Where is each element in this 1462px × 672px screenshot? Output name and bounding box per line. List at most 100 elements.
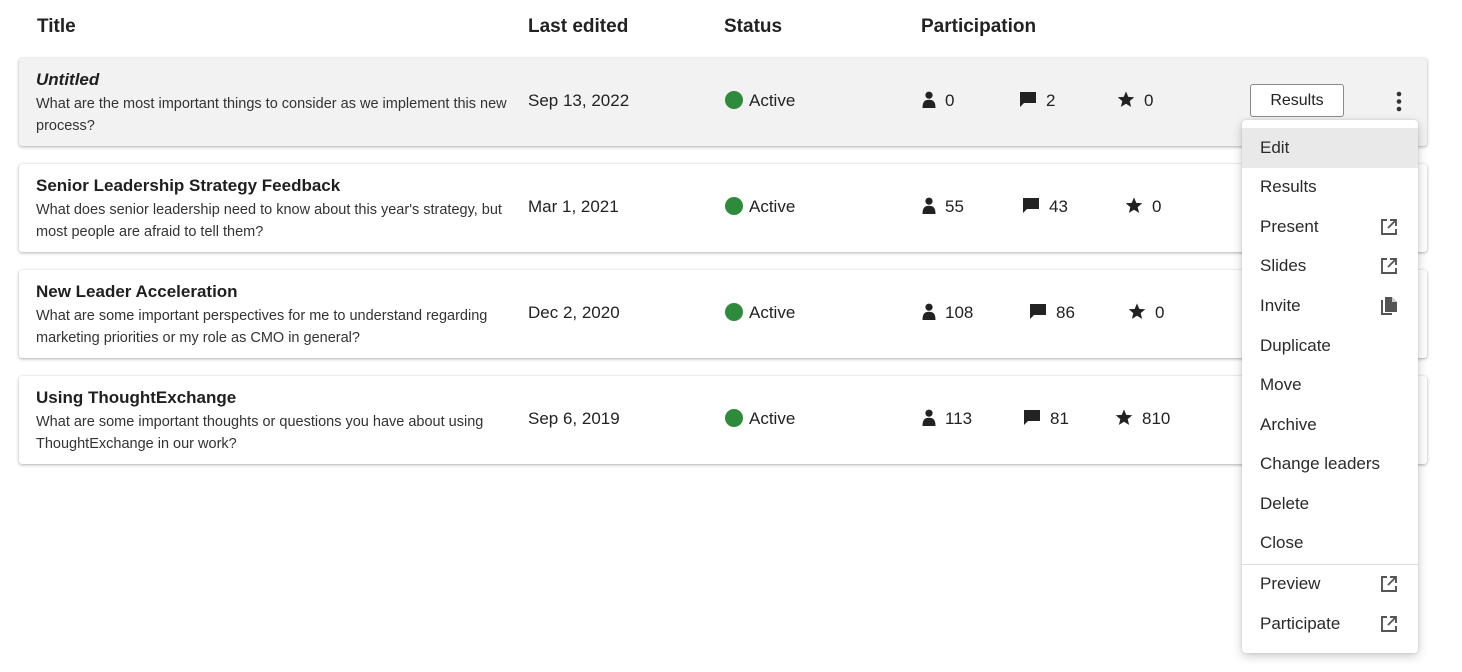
column-header-title[interactable]: Title	[37, 16, 76, 38]
star-icon	[1125, 197, 1143, 213]
open-in-new-icon	[1379, 217, 1399, 237]
status-dot-icon	[725, 197, 743, 215]
menu-item-move[interactable]: Move	[1242, 365, 1418, 405]
status-indicator: Active	[725, 197, 795, 217]
comment-icon	[1024, 410, 1040, 425]
stars-count: 0	[1128, 303, 1164, 323]
star-icon	[1115, 409, 1133, 425]
status-dot-icon	[725, 409, 743, 427]
column-header-participation: Participation	[921, 16, 1037, 37]
star-icon	[1128, 303, 1146, 319]
menu-item-label: Move	[1260, 375, 1302, 394]
menu-item-label: Present	[1260, 217, 1319, 236]
star-icon	[1117, 91, 1135, 107]
column-header-status[interactable]: Status	[724, 16, 782, 38]
menu-item-preview[interactable]: Preview	[1242, 564, 1418, 604]
status-text: Active	[749, 303, 796, 322]
status-indicator: Active	[725, 303, 795, 323]
exchange-question: What does senior leadership need to know…	[36, 202, 502, 240]
menu-item-duplicate[interactable]: Duplicate	[1242, 326, 1418, 366]
stars-value: 0	[1155, 303, 1165, 322]
thoughts-value: 81	[1050, 409, 1069, 428]
participants-value: 113	[945, 409, 973, 428]
exchange-question: What are the most important things to co…	[36, 96, 507, 134]
table-header: Title Last edited Status Participation	[0, 16, 1462, 42]
menu-item-present[interactable]: Present	[1242, 207, 1418, 247]
last-edited-date: Sep 6, 2019	[528, 409, 620, 428]
stars-value: 810	[1142, 409, 1171, 428]
exchange-row[interactable]: Senior Leadership Strategy Feedback What…	[19, 164, 1427, 252]
person-icon	[922, 409, 936, 426]
stars-count: 810	[1115, 409, 1170, 429]
comment-icon	[1023, 198, 1039, 213]
last-edited-date: Mar 1, 2021	[528, 197, 619, 216]
menu-item-label: Preview	[1260, 574, 1321, 593]
menu-item-close[interactable]: Close	[1242, 523, 1418, 563]
comment-icon	[1020, 92, 1036, 107]
person-icon	[922, 303, 936, 320]
column-header-last-edited[interactable]: Last edited	[528, 16, 628, 38]
open-in-new-icon	[1379, 574, 1399, 594]
status-text: Active	[749, 409, 796, 428]
exchange-row[interactable]: Untitled What are the most important thi…	[19, 58, 1427, 146]
open-in-new-icon	[1379, 256, 1399, 276]
thoughts-count: 2	[1019, 91, 1055, 111]
thoughts-count: 43	[1022, 197, 1068, 217]
status-indicator: Active	[725, 91, 795, 111]
exchange-question: What are some important perspectives for…	[36, 308, 488, 346]
participants-count: 113	[922, 409, 972, 429]
more-options-icon[interactable]	[1389, 91, 1409, 113]
open-in-new-icon	[1379, 614, 1399, 634]
last-edited-date: Sep 13, 2022	[528, 91, 630, 110]
menu-item-invite[interactable]: Invite	[1242, 286, 1418, 326]
exchange-actions-menu: Edit Results Present Slides Invite Dupli…	[1242, 120, 1418, 653]
exchange-title[interactable]: New Leader Acceleration	[36, 282, 238, 302]
status-dot-icon	[725, 91, 743, 109]
menu-item-slides[interactable]: Slides	[1242, 246, 1418, 286]
exchange-title[interactable]: Untitled	[36, 70, 99, 90]
last-edited-date: Dec 2, 2020	[528, 303, 620, 322]
exchange-title[interactable]: Using ThoughtExchange	[36, 388, 236, 408]
exchange-row[interactable]: Using ThoughtExchange What are some impo…	[19, 376, 1427, 464]
thoughts-count: 81	[1023, 409, 1069, 429]
copy-icon	[1379, 296, 1399, 316]
menu-item-label: Duplicate	[1260, 336, 1331, 355]
status-text: Active	[749, 91, 796, 110]
thoughts-value: 2	[1046, 91, 1056, 110]
participants-count: 108	[922, 303, 973, 323]
participants-value: 0	[945, 91, 955, 110]
exchange-title[interactable]: Senior Leadership Strategy Feedback	[36, 176, 340, 196]
participants-count: 0	[922, 91, 954, 111]
thoughts-value: 86	[1056, 303, 1075, 322]
menu-item-label: Delete	[1260, 494, 1310, 513]
menu-item-label: Results	[1260, 177, 1317, 196]
menu-item-label: Close	[1260, 533, 1304, 552]
stars-count: 0	[1117, 91, 1153, 111]
status-dot-icon	[725, 303, 743, 321]
stars-value: 0	[1144, 91, 1154, 110]
menu-item-label: Edit	[1260, 138, 1290, 157]
menu-item-label: Invite	[1260, 296, 1301, 315]
participants-count: 55	[922, 197, 964, 217]
status-indicator: Active	[725, 409, 795, 429]
menu-item-archive[interactable]: Archive	[1242, 405, 1418, 445]
exchange-list-page: Title Last edited Status Participation U…	[0, 0, 1462, 672]
menu-item-label: Archive	[1260, 415, 1317, 434]
menu-item-delete[interactable]: Delete	[1242, 484, 1418, 524]
participants-value: 108	[945, 303, 974, 322]
stars-count: 0	[1125, 197, 1161, 217]
comment-icon	[1030, 304, 1046, 319]
exchange-question: What are some important thoughts or ques…	[36, 414, 484, 452]
menu-item-change-leaders[interactable]: Change leaders	[1242, 444, 1418, 484]
stars-value: 0	[1152, 197, 1162, 216]
menu-item-edit[interactable]: Edit	[1242, 128, 1418, 168]
exchange-row[interactable]: New Leader Acceleration What are some im…	[19, 270, 1427, 358]
results-button[interactable]: Results	[1250, 84, 1344, 117]
menu-item-label: Participate	[1260, 614, 1341, 633]
person-icon	[922, 91, 936, 108]
thoughts-value: 43	[1049, 197, 1068, 216]
menu-item-participate[interactable]: Participate	[1242, 604, 1418, 644]
person-icon	[922, 197, 936, 214]
menu-item-label: Slides	[1260, 256, 1307, 275]
menu-item-results[interactable]: Results	[1242, 167, 1418, 207]
